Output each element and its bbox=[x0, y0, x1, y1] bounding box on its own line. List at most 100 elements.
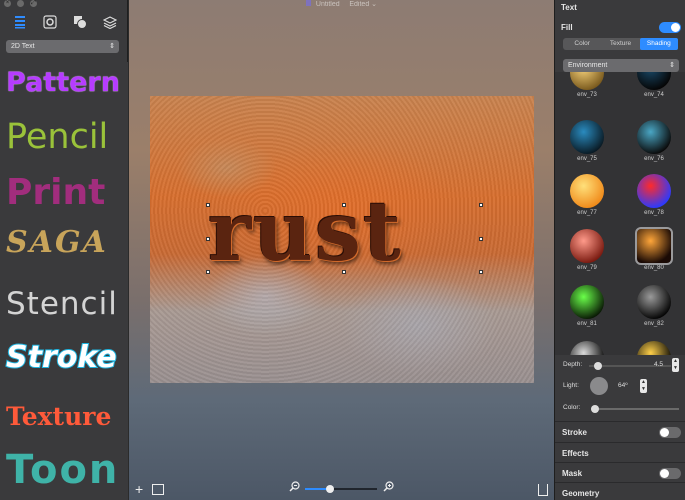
zoom-window-icon[interactable]: ⤢ bbox=[30, 0, 37, 7]
section-stroke-label: Stroke bbox=[562, 428, 587, 437]
document-icon bbox=[305, 0, 311, 6]
layers-icon[interactable] bbox=[102, 14, 118, 30]
environment-item[interactable]: env_79 bbox=[567, 229, 607, 271]
minimize-icon[interactable] bbox=[17, 0, 24, 7]
environment-swatch bbox=[570, 72, 604, 90]
list-icon[interactable] bbox=[12, 14, 28, 30]
environment-swatch bbox=[637, 72, 671, 90]
environment-item[interactable]: env_77 bbox=[567, 174, 607, 216]
add-button[interactable]: + bbox=[135, 482, 143, 496]
app-window: × ⤢ 2D Text ⇕ Pattern Pencil Print SAGA … bbox=[0, 0, 685, 500]
environment-label: env_82 bbox=[644, 321, 664, 327]
section-effects-label: Effects bbox=[562, 449, 589, 458]
panel-title: Text bbox=[561, 3, 577, 12]
environment-item[interactable]: env_75 bbox=[567, 120, 607, 162]
environment-item[interactable] bbox=[567, 341, 607, 355]
environment-item[interactable]: env_78 bbox=[634, 174, 674, 216]
fill-label: Fill bbox=[561, 23, 573, 32]
environment-label: env_80 bbox=[644, 265, 664, 271]
style-list: Pattern Pencil Print SAGA Stencil Stroke… bbox=[0, 62, 128, 500]
selection-handle[interactable] bbox=[342, 203, 346, 207]
gear-icon[interactable] bbox=[42, 14, 58, 30]
zoom-out-icon[interactable] bbox=[289, 481, 300, 495]
environment-grid: env_73 env_74 env_75 env_76 env_77 env_78 env_… bbox=[555, 72, 685, 355]
selection-handle[interactable] bbox=[342, 270, 346, 274]
environment-swatch bbox=[570, 285, 604, 319]
shading-select[interactable]: Environment ⇕ bbox=[563, 59, 679, 72]
fit-to-window-icon[interactable] bbox=[152, 484, 164, 495]
style-item-toon[interactable]: Toon bbox=[6, 447, 119, 493]
tab-color[interactable]: Color bbox=[563, 38, 601, 50]
environment-item[interactable]: env_74 bbox=[634, 72, 674, 98]
style-item-stroke[interactable]: Stroke bbox=[5, 339, 118, 376]
environment-swatch bbox=[635, 227, 673, 265]
section-effects[interactable]: Effects bbox=[555, 442, 685, 462]
selection-handle[interactable] bbox=[206, 203, 210, 207]
zoom-slider[interactable] bbox=[305, 485, 377, 493]
environment-label: env_75 bbox=[577, 156, 597, 162]
light-label: Light: bbox=[563, 382, 579, 389]
color-slider[interactable] bbox=[591, 405, 679, 413]
environment-item[interactable]: env_76 bbox=[634, 120, 674, 162]
selection-handle[interactable] bbox=[479, 270, 483, 274]
canvas-bottom-bar: + bbox=[129, 478, 554, 500]
environment-swatch bbox=[570, 174, 604, 208]
chevron-updown-icon: ⇕ bbox=[109, 43, 115, 50]
selection-handle[interactable] bbox=[206, 270, 210, 274]
sidebar-toolbar bbox=[12, 14, 118, 30]
light-angle-knob[interactable] bbox=[590, 377, 608, 395]
environment-item[interactable]: env_81 bbox=[567, 285, 607, 327]
environment-label: env_74 bbox=[644, 92, 664, 98]
chevron-down-icon[interactable]: ⌄ bbox=[371, 1, 377, 8]
light-stepper[interactable]: ▲ ▼ bbox=[640, 379, 647, 393]
depth-value[interactable]: 4.5 bbox=[654, 361, 663, 368]
zoom-in-icon[interactable] bbox=[383, 481, 394, 495]
selection-handle[interactable] bbox=[479, 203, 483, 207]
depth-stepper[interactable]: ▲ ▼ bbox=[672, 358, 679, 372]
tab-shading[interactable]: Shading bbox=[639, 38, 678, 50]
environment-swatch bbox=[637, 174, 671, 208]
document-title[interactable]: Untitled bbox=[316, 1, 340, 8]
selection-handle[interactable] bbox=[206, 237, 210, 241]
depth-slider-thumb[interactable] bbox=[593, 362, 602, 370]
style-item-saga[interactable]: SAGA bbox=[6, 225, 108, 260]
light-value[interactable]: 64º bbox=[618, 382, 628, 389]
environment-swatch bbox=[637, 341, 671, 355]
style-item-pattern[interactable]: Pattern bbox=[6, 67, 120, 98]
style-item-stencil[interactable]: Stencil bbox=[6, 286, 118, 322]
title-bar: Untitled Edited ⌄ bbox=[129, 0, 554, 10]
text-object[interactable]: rust bbox=[208, 184, 403, 280]
shapes-icon[interactable] bbox=[72, 14, 88, 30]
share-icon[interactable] bbox=[538, 484, 548, 496]
style-item-texture[interactable]: Texture bbox=[6, 402, 111, 431]
environment-item[interactable] bbox=[634, 341, 674, 355]
environment-label: env_77 bbox=[577, 210, 597, 216]
environment-swatch bbox=[570, 229, 604, 263]
environment-label: env_78 bbox=[644, 210, 664, 216]
tab-texture[interactable]: Texture bbox=[601, 38, 639, 50]
fill-toggle[interactable] bbox=[659, 22, 681, 33]
category-select[interactable]: 2D Text ⇕ bbox=[6, 40, 119, 53]
style-item-print[interactable]: Print bbox=[6, 172, 105, 213]
environment-swatch bbox=[637, 285, 671, 319]
section-stroke[interactable]: Stroke bbox=[555, 421, 685, 441]
selection-handle[interactable] bbox=[479, 237, 483, 241]
shading-select-value: Environment bbox=[568, 62, 608, 69]
style-item-pencil[interactable]: Pencil bbox=[6, 117, 108, 157]
toggle-knob bbox=[660, 469, 669, 478]
environment-item[interactable]: env_82 bbox=[634, 285, 674, 327]
canvas-area[interactable]: Untitled Edited ⌄ rust + bbox=[129, 0, 554, 500]
environment-item[interactable]: env_73 bbox=[567, 72, 607, 98]
mask-toggle[interactable] bbox=[659, 468, 681, 479]
window-controls: × ⤢ bbox=[4, 0, 37, 8]
section-mask[interactable]: Mask bbox=[555, 462, 685, 482]
toggle-knob bbox=[660, 428, 669, 437]
environment-item[interactable]: env_80 bbox=[634, 227, 674, 271]
section-geometry-label: Geometry bbox=[562, 489, 600, 498]
document-status[interactable]: Edited bbox=[349, 1, 369, 8]
zoom-slider-thumb[interactable] bbox=[326, 485, 335, 493]
close-icon[interactable]: × bbox=[4, 0, 11, 7]
stroke-toggle[interactable] bbox=[659, 427, 681, 438]
section-geometry[interactable]: Geometry bbox=[555, 482, 685, 500]
color-slider-thumb[interactable] bbox=[591, 405, 599, 413]
